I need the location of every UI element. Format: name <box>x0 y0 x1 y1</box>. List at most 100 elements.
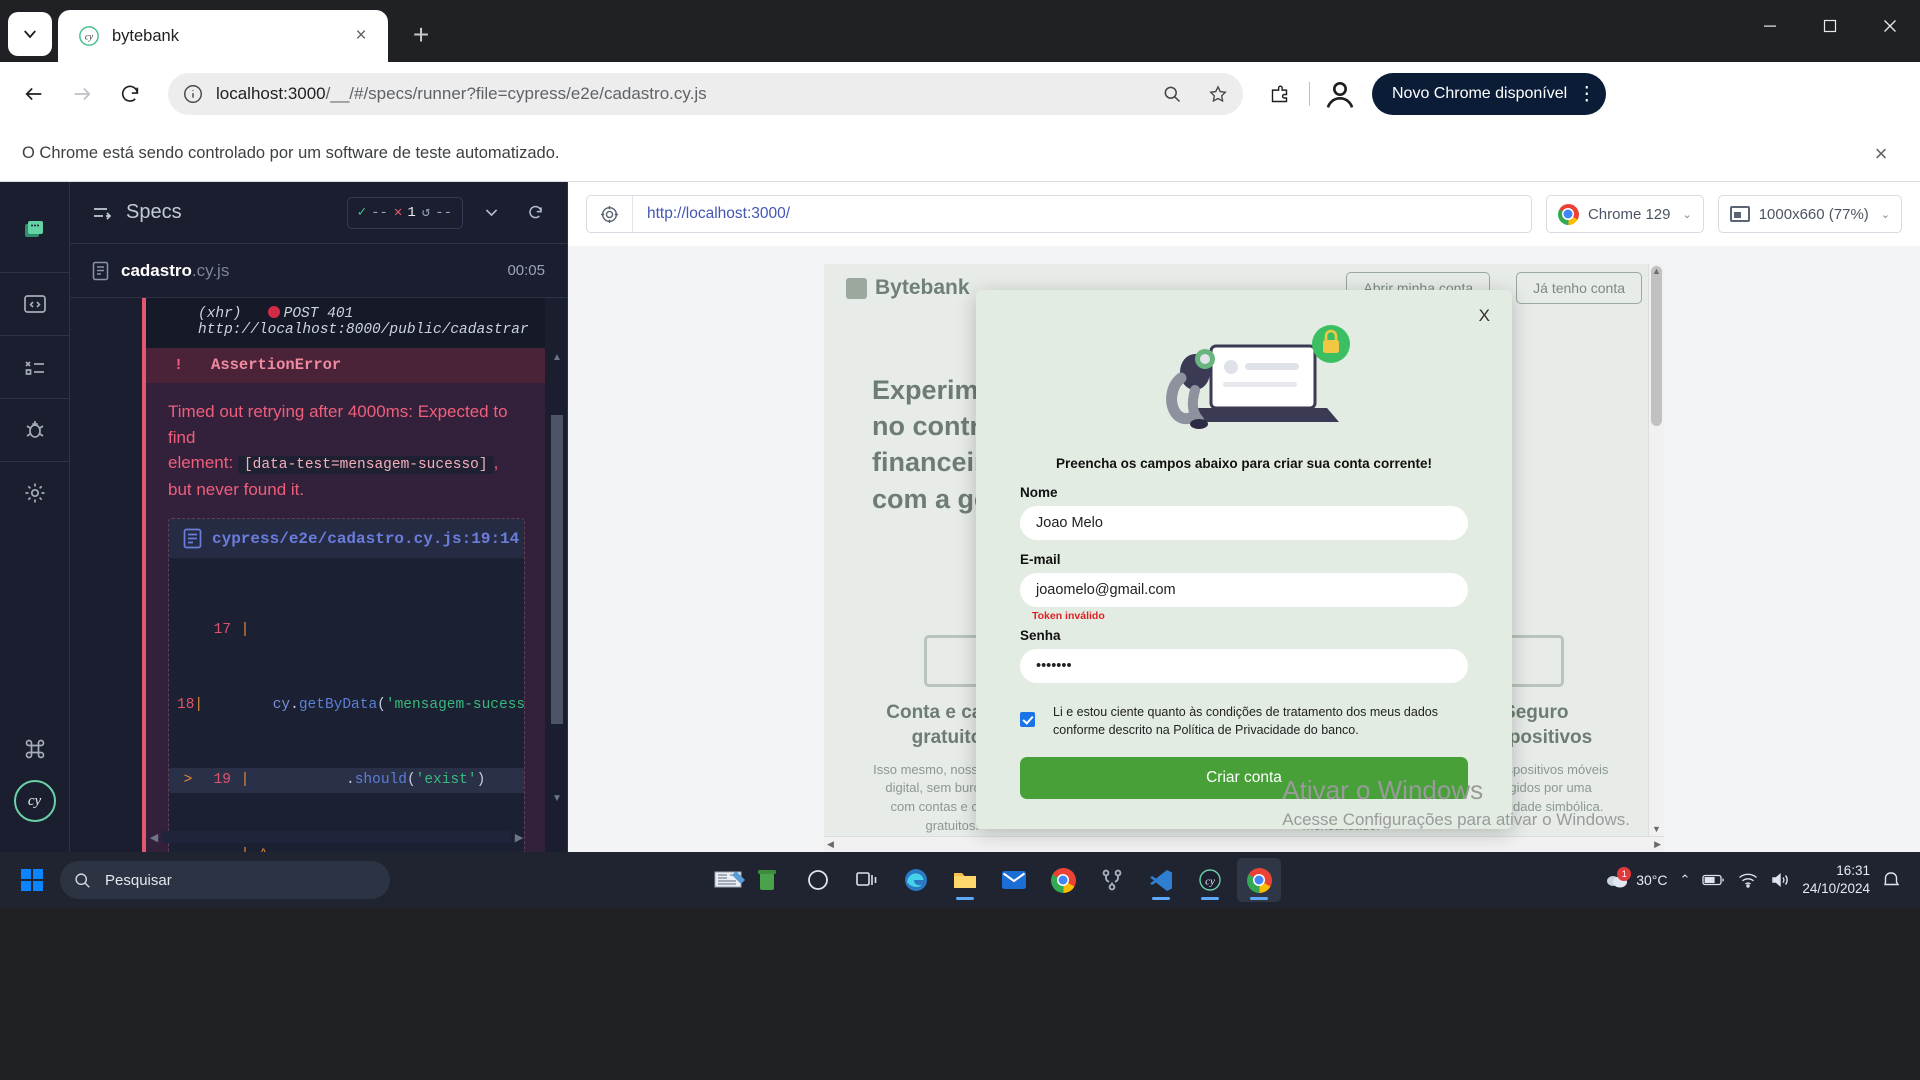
aut-vscrollbar[interactable]: ▲ ▼ <box>1648 264 1664 836</box>
vscode-icon[interactable] <box>1139 858 1183 902</box>
cypress-icon: cy <box>78 25 100 47</box>
file-icon <box>92 261 109 281</box>
aut-hscrollbar[interactable]: ◀ ▶ <box>824 836 1664 852</box>
spec-row[interactable]: cadastro.cy.js 00:05 <box>70 244 567 298</box>
zoom-indicator-icon[interactable] <box>1155 77 1189 111</box>
code-line-bar: | <box>194 696 204 713</box>
taskbar-widgets[interactable] <box>714 867 778 893</box>
browser-tabstrip: cy bytebank × + <box>0 0 1920 62</box>
email-input[interactable]: joaomelo@gmail.com <box>1020 573 1468 607</box>
star-icon <box>1209 85 1227 103</box>
reporter-vscrollbar[interactable]: ▲ ▼ <box>551 352 563 804</box>
new-tab-button[interactable]: + <box>404 18 438 52</box>
chrome-update-pill[interactable]: Novo Chrome disponível ⋮ <box>1372 73 1607 115</box>
cortana-icon[interactable] <box>796 858 840 902</box>
scroll-down-icon[interactable]: ▼ <box>1652 824 1661 834</box>
modal-close-button[interactable]: X <box>1479 306 1490 326</box>
extensions-button[interactable] <box>1259 74 1299 114</box>
tab-search-button[interactable] <box>8 12 52 56</box>
file-explorer-icon[interactable] <box>943 858 987 902</box>
window-maximize-button[interactable] <box>1800 0 1860 52</box>
app-running-indicator <box>1201 897 1220 900</box>
sidebar-item-debug[interactable] <box>0 336 70 398</box>
error-name: AssertionError <box>211 356 342 374</box>
window-minimize-button[interactable] <box>1740 0 1800 52</box>
reporter-hscrollbar[interactable]: ◀ ▶ <box>146 830 527 844</box>
toolbar-divider <box>1309 82 1310 106</box>
browser-tab[interactable]: cy bytebank × <box>58 10 388 62</box>
sidebar-item-shortcuts[interactable] <box>0 718 70 780</box>
task-view-icon[interactable] <box>845 858 889 902</box>
code-line: 17 | <box>169 618 524 643</box>
tray-chevron-icon[interactable]: ⌃ <box>1680 872 1691 888</box>
chrome-icon[interactable] <box>1041 858 1085 902</box>
selector-playground-button[interactable] <box>587 196 633 232</box>
volume-icon[interactable] <box>1770 872 1790 888</box>
bookmark-button[interactable] <box>1201 77 1235 111</box>
stat-failed-value: 1 <box>407 204 416 221</box>
sidebar-item-specs[interactable] <box>0 200 70 262</box>
tab-title: bytebank <box>112 26 179 45</box>
address-bar[interactable]: localhost:3000/__/#/specs/runner?file=cy… <box>168 73 1243 115</box>
chrome-active-icon[interactable] <box>1237 858 1282 902</box>
name-input[interactable]: Joao Melo <box>1020 506 1468 540</box>
window-close-button[interactable] <box>1860 0 1920 52</box>
reporter-restart-button[interactable] <box>519 197 551 229</box>
scroll-up-icon[interactable]: ▲ <box>1652 266 1661 276</box>
fork-icon[interactable] <box>1090 858 1134 902</box>
password-input[interactable]: ••••••• <box>1020 649 1468 683</box>
cypress-reporter: Specs ✓ -- ✕ 1 ↺ -- cadastro.cy.js 00:05… <box>70 182 568 852</box>
scroll-up-icon[interactable]: ▲ <box>551 352 563 363</box>
sidebar-item-runs[interactable] <box>0 273 70 335</box>
code-frame-path[interactable]: cypress/e2e/cadastro.cy.js:19:14 <box>212 530 519 548</box>
scrollbar-track[interactable] <box>551 363 563 793</box>
tab-close-button[interactable]: × <box>348 23 374 49</box>
code-line-source <box>259 618 524 643</box>
info-circle-icon[interactable] <box>182 83 204 105</box>
battery-icon[interactable] <box>1702 873 1726 887</box>
mail-icon[interactable] <box>992 858 1036 902</box>
create-account-button[interactable]: Criar conta <box>1020 757 1468 800</box>
weather-temperature: 30°C <box>1636 872 1668 888</box>
chevron-down-icon <box>485 209 497 217</box>
xhr-log-entry[interactable]: (xhr) POST 401 http://localhost:8000/pub… <box>146 298 545 348</box>
reload-button[interactable] <box>108 72 152 116</box>
taskbar-search-placeholder: Pesquisar <box>105 871 172 889</box>
have-account-button[interactable]: Já tenho conta <box>1516 272 1642 304</box>
scrollbar-track[interactable] <box>162 831 511 843</box>
code-frame-header[interactable]: cypress/e2e/cadastro.cy.js:19:14 <box>169 519 524 559</box>
weather-widget[interactable]: 1 30°C <box>1605 867 1668 890</box>
chrome-menu-button[interactable]: ⋮ <box>1577 85 1596 104</box>
back-button[interactable] <box>12 72 56 116</box>
scroll-right-icon[interactable]: ▶ <box>1654 839 1661 850</box>
scroll-left-icon[interactable]: ◀ <box>827 839 834 850</box>
taskbar-search[interactable]: Pesquisar <box>60 861 390 899</box>
reporter-collapse-button[interactable] <box>475 197 507 229</box>
bytebank-logo-mark <box>846 277 867 299</box>
edge-icon[interactable] <box>894 858 938 902</box>
scrollbar-thumb[interactable] <box>1651 266 1662 426</box>
code-gutter-mark <box>177 618 199 643</box>
start-button[interactable] <box>8 858 56 902</box>
stat-passed-value: -- <box>371 204 388 221</box>
forward-button[interactable] <box>60 72 104 116</box>
arrow-collapse-icon[interactable] <box>92 204 114 222</box>
notification-icon[interactable] <box>1882 871 1900 889</box>
cypress-icon[interactable]: cy <box>1188 858 1232 902</box>
consent-checkbox[interactable] <box>1020 712 1035 727</box>
profile-button[interactable] <box>1320 74 1360 114</box>
scrollbar-thumb[interactable] <box>551 414 563 725</box>
scroll-left-icon[interactable]: ◀ <box>146 831 162 844</box>
viewport-selector[interactable]: 1000x660 (77%) ⌄ <box>1717 195 1902 233</box>
xhr-url: http://localhost:8000/public/cadastrar <box>198 322 529 338</box>
sidebar-item-bug[interactable] <box>0 399 70 461</box>
scroll-right-icon[interactable]: ▶ <box>511 831 527 844</box>
sidebar-item-settings[interactable] <box>0 462 70 524</box>
cypress-logo[interactable]: cy <box>13 780 56 822</box>
infobar-close-button[interactable]: × <box>1864 137 1898 171</box>
taskbar-clock[interactable]: 16:31 24/10/2024 <box>1802 862 1870 897</box>
wifi-icon[interactable] <box>1738 872 1758 888</box>
browser-selector[interactable]: Chrome 129 ⌄ <box>1545 195 1704 233</box>
aut-url-bar[interactable]: http://localhost:3000/ <box>586 195 1532 233</box>
scroll-down-icon[interactable]: ▼ <box>551 793 563 804</box>
